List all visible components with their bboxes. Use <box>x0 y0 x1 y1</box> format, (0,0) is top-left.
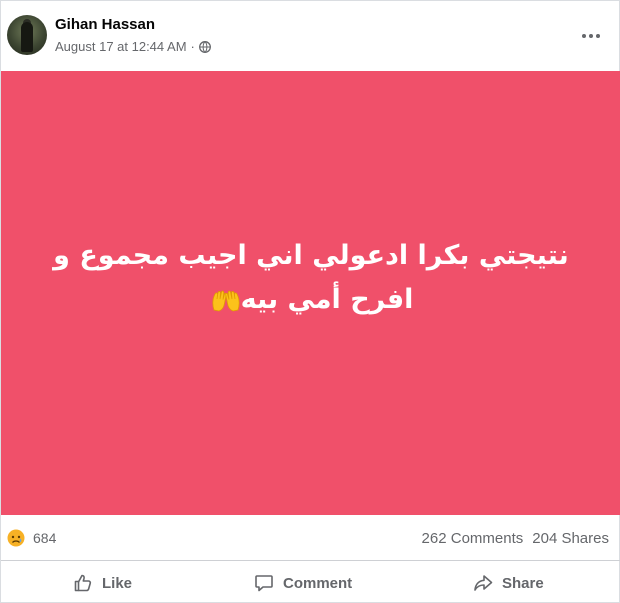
sad-face-icon[interactable] <box>7 529 25 547</box>
globe-icon[interactable] <box>198 40 211 53</box>
post-meta: August 17 at 12:44 AM · <box>55 39 211 54</box>
comment-bubble-icon <box>255 575 273 592</box>
post-card: Gihan Hassan August 17 at 12:44 AM · نتي… <box>0 0 620 603</box>
comment-button[interactable]: Comment <box>254 569 352 597</box>
like-button[interactable]: Like <box>73 569 132 597</box>
share-arrow-icon <box>474 575 493 591</box>
ellipsis-dot <box>582 34 586 38</box>
engagement-counts: 262 Comments 204 Shares <box>422 530 609 547</box>
meta-separator: · <box>190 39 195 54</box>
shares-count[interactable]: 204 Shares <box>532 530 609 547</box>
post-text-line-1: نتيجتي بكرا ادعولي اني اجيب مجموع و <box>53 240 569 271</box>
more-options-button[interactable] <box>579 27 603 45</box>
post-timestamp[interactable]: August 17 at 12:44 AM <box>55 39 187 54</box>
post-text-line-2: افرح أمي بيه <box>53 278 569 322</box>
comments-count[interactable]: 262 Comments <box>422 530 524 547</box>
post-stats-bar: 684 262 Comments 204 Shares <box>1 515 620 561</box>
share-button[interactable]: Share <box>473 569 544 597</box>
avatar-figure <box>21 22 33 52</box>
thumbs-up-icon <box>74 574 92 592</box>
post-header: Gihan Hassan August 17 at 12:44 AM · <box>1 1 620 71</box>
post-text-line-2-text: افرح أمي بيه <box>240 284 414 315</box>
ellipsis-dot <box>596 34 600 38</box>
avatar[interactable] <box>7 15 47 55</box>
raising-hands-emoji-icon <box>212 290 240 311</box>
like-label: Like <box>102 574 133 592</box>
post-text: نتيجتي بكرا ادعولي اني اجيب مجموع و افرح… <box>53 234 569 322</box>
text-background-post: نتيجتي بكرا ادعولي اني اجيب مجموع و افرح… <box>1 71 620 515</box>
reaction-count[interactable]: 684 <box>33 530 56 546</box>
comment-label: Comment <box>283 574 353 592</box>
share-label: Share <box>502 574 544 592</box>
author-name[interactable]: Gihan Hassan <box>55 16 155 33</box>
ellipsis-dot <box>589 34 593 38</box>
post-actions-bar: Like Comment Share <box>1 563 620 603</box>
